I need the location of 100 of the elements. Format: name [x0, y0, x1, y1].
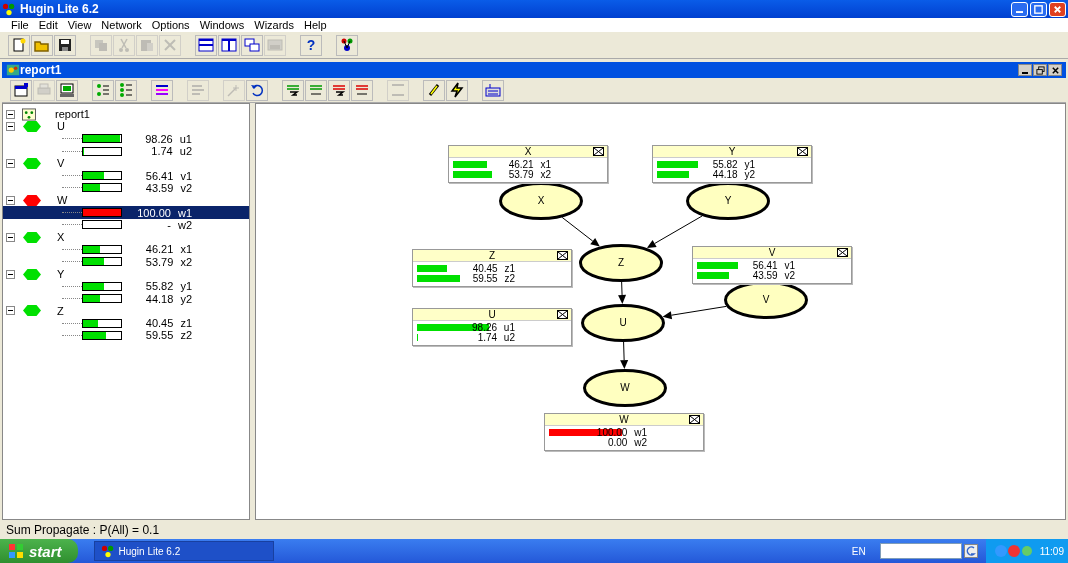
tree-view-icon [95, 82, 111, 98]
monitor-title: V [768, 247, 776, 258]
monitor-window[interactable]: V 56.41 v1 43.59 v2 [692, 246, 852, 284]
collapse-icon[interactable] [6, 109, 15, 119]
probability-bar [82, 318, 122, 328]
toolbar-button[interactable] [446, 79, 468, 101]
menu-item[interactable]: Edit [33, 19, 63, 31]
monitor-window[interactable]: X 46.21 x1 53.79 x2 [448, 145, 608, 183]
taskbar-button[interactable]: Hugin Lite 6.2 [93, 541, 274, 561]
search-field[interactable] [879, 543, 962, 559]
menu-item[interactable]: Network [96, 19, 147, 31]
menu-item[interactable]: View [62, 19, 97, 31]
graph-node[interactable] [581, 304, 665, 342]
monitor-window[interactable]: Z 40.45 z1 59.55 z2 [412, 249, 572, 287]
monitor-window[interactable]: Y 55.82 y1 44.18 y2 [652, 145, 812, 183]
tree-item[interactable]: X [57, 231, 65, 244]
node-label: U [618, 316, 628, 330]
node-label: Z [616, 256, 626, 270]
cascade-windows-icon [244, 37, 260, 53]
toolbar-button[interactable] [246, 79, 268, 101]
reset-icon [249, 82, 265, 98]
new-file-icon [11, 37, 27, 53]
collapse-icon[interactable] [6, 158, 15, 168]
pencil-icon [426, 82, 442, 98]
collapse-icon[interactable] [6, 232, 15, 242]
toolbar-button[interactable] [151, 79, 173, 101]
tree-item[interactable]: V [57, 157, 65, 170]
node-label: X [536, 194, 546, 208]
document-icon [6, 63, 20, 77]
collapse-icon[interactable] [6, 121, 15, 131]
selected-row[interactable]: 100.00 w1 [3, 206, 249, 219]
window-icon [267, 37, 283, 53]
close-button[interactable] [1048, 64, 1062, 76]
language-indicator[interactable]: EN [851, 545, 866, 557]
tree-item[interactable]: report1 [55, 108, 90, 121]
double-line-icon [390, 82, 406, 98]
probability-bar [82, 134, 122, 144]
menu-item[interactable]: File [6, 19, 34, 31]
state-reading: 1.74 u2 [476, 333, 515, 343]
toolbar-button[interactable] [241, 34, 263, 56]
toolbar-button[interactable] [282, 79, 304, 101]
windows-logo-icon [8, 543, 24, 559]
minimize-button[interactable] [1018, 64, 1032, 76]
restore-button[interactable] [1033, 64, 1047, 76]
menu-item[interactable]: Windows [194, 19, 250, 31]
scissors-icon [116, 37, 132, 53]
graph-node[interactable] [583, 369, 667, 407]
collapse-icon[interactable] [6, 306, 15, 316]
probability-bar [82, 281, 122, 291]
collapse-icon[interactable] [6, 269, 15, 279]
maximize-button[interactable] [1030, 1, 1047, 17]
probability-bar [82, 257, 122, 267]
state-reading: 44.18 y2 [711, 170, 755, 180]
arrows-sum-icon [285, 82, 301, 98]
tree-item[interactable]: Z [57, 304, 64, 317]
close-icon[interactable] [689, 415, 700, 424]
tile-vertical-icon [221, 37, 237, 53]
clipboard-icon [139, 37, 155, 53]
graph-node[interactable] [686, 182, 770, 220]
menu-item[interactable]: Help [299, 19, 332, 31]
monitor-title: U [488, 309, 496, 320]
tree-item[interactable]: U [57, 120, 65, 133]
status-text: Sum Propagate : P(All) = 0.1 [6, 522, 160, 537]
search-engine-icon[interactable] [963, 544, 978, 558]
arrow [561, 216, 600, 247]
close-icon[interactable] [557, 251, 568, 260]
document-title: report1 [20, 63, 62, 77]
toolbar-button[interactable] [423, 79, 445, 101]
toolbar-button[interactable] [10, 79, 32, 101]
toolbar-button[interactable] [195, 34, 217, 56]
probability-bar [82, 294, 122, 304]
tree-item[interactable]: W [57, 194, 68, 207]
collapse-icon[interactable] [6, 195, 15, 205]
clock: 11:09 [1039, 545, 1064, 557]
arrow [646, 215, 703, 248]
toolbar-button[interactable] [336, 34, 358, 56]
toolbar-button[interactable] [218, 34, 240, 56]
arrow [662, 305, 727, 320]
state-reading: 0.00 w2 [606, 438, 647, 448]
properties-icon [13, 82, 29, 98]
state-reading: 59.55 z2 [144, 329, 192, 342]
graph-node[interactable] [499, 182, 583, 220]
graph-node[interactable] [579, 244, 663, 282]
close-icon[interactable] [837, 248, 848, 257]
toolbar-button[interactable] [54, 34, 76, 56]
menu-item[interactable]: Wizards [249, 19, 299, 31]
help-button[interactable]: ? [300, 34, 322, 56]
close-icon[interactable] [593, 147, 604, 156]
tree-item[interactable]: Y [57, 268, 65, 280]
close-icon[interactable] [557, 310, 568, 319]
tile-horizontal-icon [198, 37, 214, 53]
state-reading: 100.00 w1 [136, 206, 192, 219]
printer-icon [36, 82, 52, 98]
close-icon [1050, 65, 1060, 75]
state-reading: 53.79 x2 [144, 255, 192, 268]
toolbar-button[interactable] [328, 79, 350, 101]
menu-item[interactable]: Options [146, 19, 195, 31]
close-icon[interactable] [797, 147, 808, 156]
arrows-sum-icon [331, 82, 347, 98]
state-reading: 98.26 u1 [144, 132, 192, 145]
